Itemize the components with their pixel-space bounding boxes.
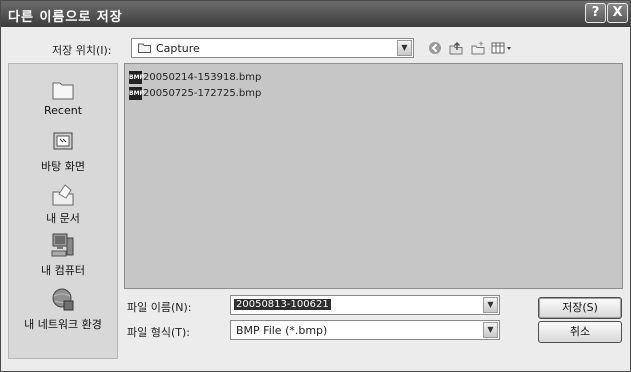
network-places-icon [52, 288, 74, 311]
place-my-documents[interactable]: 내 문서 [9, 182, 117, 226]
desktop-icon [53, 132, 73, 150]
file-name: 20050725-172725.bmp [143, 87, 262, 99]
title-bar[interactable]: 다른 이름으로 저장 ? X [1, 1, 630, 27]
cancel-button[interactable]: 취소 [538, 321, 622, 343]
view-menu-icon[interactable] [491, 39, 515, 57]
window-title: 다른 이름으로 저장 [8, 10, 123, 25]
list-item[interactable]: BMP20050725-172725.bmp [129, 86, 262, 100]
place-label: Recent [43, 104, 83, 117]
look-in-dropdown[interactable]: Capture ▼ [131, 38, 414, 58]
chevron-down-icon[interactable]: ▼ [483, 297, 498, 313]
up-folder-icon[interactable] [447, 39, 465, 57]
places-bar: Recent 바탕 화면 내 문서 내 컴퓨터 내 네트워크 환경 [8, 63, 118, 359]
folder-icon [138, 43, 151, 53]
look-in-label: 저장 위치(I): [52, 44, 112, 57]
back-icon[interactable] [426, 39, 444, 57]
file-type-label: 파일 형식(T): [127, 326, 190, 339]
place-recent[interactable]: Recent [9, 76, 117, 117]
new-folder-icon[interactable] [469, 39, 487, 57]
chevron-down-icon[interactable]: ▼ [397, 40, 412, 56]
recent-documents-icon [52, 82, 74, 100]
save-button[interactable]: 저장(S) [538, 297, 622, 319]
place-label: 내 네트워크 환경 [24, 318, 102, 331]
look-in-value: Capture [156, 42, 200, 55]
my-documents-icon [52, 184, 74, 206]
place-network[interactable]: 내 네트워크 환경 [9, 286, 117, 332]
place-label: 내 컴퓨터 [41, 264, 85, 277]
file-type-value: BMP File (*.bmp) [236, 324, 328, 337]
file-list[interactable]: BMP20050214-153918.bmp BMP20050725-17272… [124, 63, 623, 289]
close-button[interactable]: X [607, 3, 628, 23]
place-label: 내 문서 [46, 212, 80, 225]
file-name: 20050214-153918.bmp [143, 71, 262, 83]
save-as-dialog: 다른 이름으로 저장 ? X 저장 위치(I): Capture ▼ Recen… [0, 0, 631, 372]
help-button[interactable]: ? [585, 3, 606, 23]
file-name-field[interactable]: 20050813-100621 ▼ [230, 295, 500, 315]
my-computer-icon [51, 233, 74, 257]
place-my-computer[interactable]: 내 컴퓨터 [9, 232, 117, 278]
chevron-down-icon[interactable]: ▼ [483, 322, 498, 338]
file-name-label: 파일 이름(N): [127, 301, 192, 314]
file-name-value: 20050813-100621 [234, 299, 331, 310]
bmp-file-icon: BMP [129, 86, 144, 100]
list-item[interactable]: BMP20050214-153918.bmp [129, 70, 262, 84]
place-label: 바탕 화면 [41, 160, 85, 173]
bmp-file-icon: BMP [129, 70, 144, 84]
file-type-dropdown[interactable]: BMP File (*.bmp) ▼ [230, 320, 500, 340]
place-desktop[interactable]: 바탕 화면 [9, 130, 117, 174]
